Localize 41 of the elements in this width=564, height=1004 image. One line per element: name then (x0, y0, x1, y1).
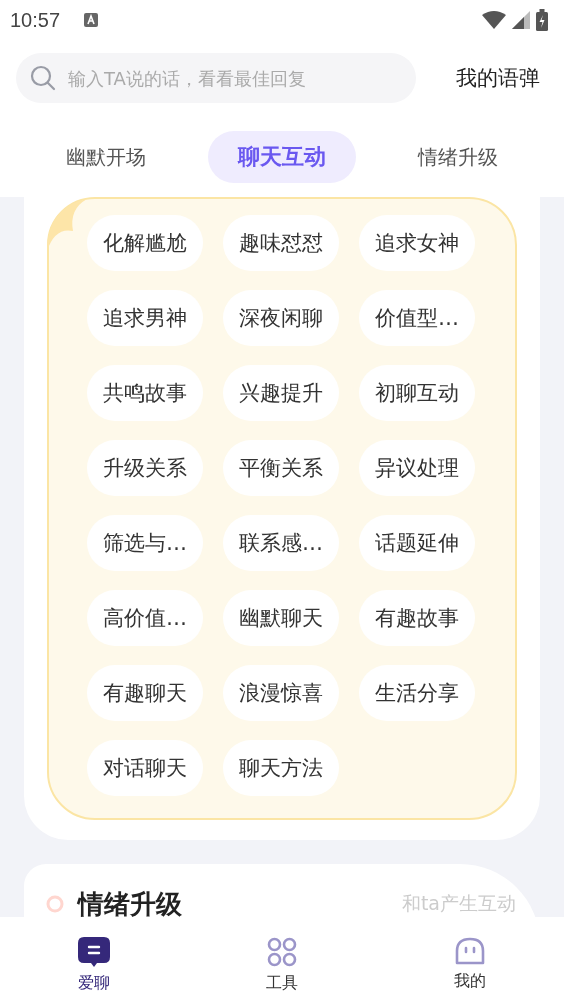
ring-icon (46, 895, 64, 913)
topic-chip[interactable]: 有趣聊天 (87, 665, 203, 721)
signal-icon (512, 11, 530, 29)
category-tab[interactable]: 幽默开场 (36, 131, 176, 183)
chat-bubble-icon (78, 937, 110, 967)
topic-chip[interactable]: 平衡关系 (223, 440, 339, 496)
topic-chip[interactable]: 高价值… (87, 590, 203, 646)
topic-chip[interactable]: 筛选与… (87, 515, 203, 571)
topic-chip[interactable]: 有趣故事 (359, 590, 475, 646)
battery-icon (536, 9, 548, 31)
topic-chip[interactable]: 异议处理 (359, 440, 475, 496)
category-tab[interactable]: 情绪升级 (388, 131, 528, 183)
topic-chip[interactable]: 话题延伸 (359, 515, 475, 571)
search-field[interactable]: 输入TA说的话，看看最佳回复 (16, 53, 416, 103)
topic-chip[interactable]: 深夜闲聊 (223, 290, 339, 346)
topic-chip[interactable]: 追求男神 (87, 290, 203, 346)
ghost-icon (455, 937, 485, 965)
nav-tab[interactable]: 爱聊 (0, 917, 188, 1004)
nav-tab[interactable]: 我的 (376, 917, 564, 1004)
topic-chip[interactable]: 初聊互动 (359, 365, 475, 421)
topic-chip[interactable]: 幽默聊天 (223, 590, 339, 646)
nav-tab[interactable]: 工具 (188, 917, 376, 1004)
topic-chip[interactable]: 升级关系 (87, 440, 203, 496)
topic-chip[interactable]: 浪漫惊喜 (223, 665, 339, 721)
topic-chip[interactable]: 化解尴尬 (87, 215, 203, 271)
topic-chip[interactable]: 聊天方法 (223, 740, 339, 796)
topic-chip[interactable]: 趣味怼怼 (223, 215, 339, 271)
keyboard-notification-icon (84, 13, 99, 27)
category-tab[interactable]: 聊天互动 (208, 131, 356, 183)
section-title: 情绪升级 (78, 887, 182, 917)
topic-chip[interactable]: 追求女神 (359, 215, 475, 271)
my-phrases-link[interactable]: 我的语弹 (456, 64, 540, 92)
topic-chip[interactable]: 价值型… (359, 290, 475, 346)
wifi-icon (482, 11, 506, 29)
topic-chip[interactable]: 对话聊天 (87, 740, 203, 796)
four-circles-icon (267, 937, 297, 967)
topic-chip[interactable]: 共鸣故事 (87, 365, 203, 421)
topic-chip[interactable]: 兴趣提升 (223, 365, 339, 421)
topic-chip[interactable]: 生活分享 (359, 665, 475, 721)
topic-chip[interactable]: 联系感… (223, 515, 339, 571)
status-time: 10:57 (10, 8, 61, 32)
